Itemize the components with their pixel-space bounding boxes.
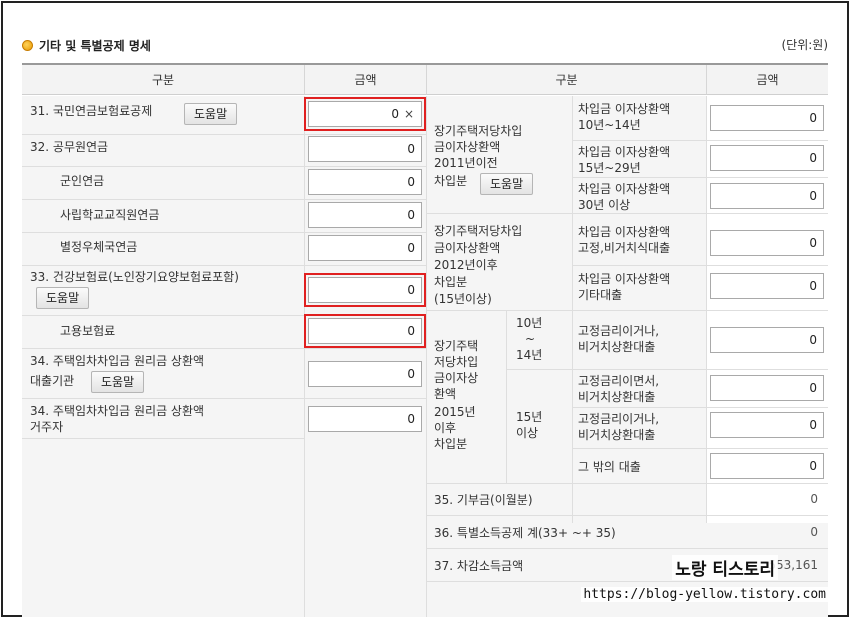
right-row-8-line2: 비거치상환대출 [578, 428, 656, 442]
employment-insurance-input[interactable] [304, 314, 426, 348]
unit-label: (단위:원) [781, 38, 828, 52]
right-row-3-line1: 차입금 이자상환액 [578, 182, 671, 196]
interest-10-14-input[interactable] [710, 105, 824, 131]
housing-loan-lender-input[interactable] [308, 361, 422, 387]
group-2012-line4: 차입분 [434, 275, 468, 289]
interest-2012-other-input[interactable] [710, 273, 824, 299]
help-button-long-term-2011[interactable]: 도움말 [480, 173, 534, 195]
right-row-6-line2: 비거치상환대출 [578, 340, 656, 354]
group-2015-line4: 환액 [434, 387, 457, 401]
right-row-5-line1: 차입금 이자상환액 [578, 272, 671, 286]
interest-30plus-input[interactable] [710, 183, 824, 209]
section-title-text: 기타 및 특별공제 명세 [39, 38, 151, 53]
blog-url: https://blog-yellow.tistory.com [581, 587, 828, 602]
row-label-34-resident-line1: 34. 주택임차차입금 원리금 상환액 [30, 404, 205, 418]
right-row-3-line2: 30년 이상 [578, 198, 631, 212]
summary-label-35: 35. 기부금(이월분) [434, 493, 533, 507]
public-pension-input[interactable] [308, 136, 422, 162]
group-2011-line2: 금이자상환액 [434, 140, 501, 154]
right-row-4-line2: 고정,비거치식대출 [578, 241, 671, 255]
row-label-postal-pension: 별정우체국연금 [60, 240, 138, 254]
group-2012-line3: 2012년이후 [434, 258, 498, 272]
row-label-34-lender-line1: 34. 주택임차차입금 원리금 상환액 [30, 354, 205, 368]
right-amount-header: 금액 [706, 65, 828, 95]
summary-label-37: 37. 차감소득금액 [434, 559, 524, 573]
left-category-header: 구분 [22, 65, 304, 95]
group-2011-line4: 차입분 [434, 174, 468, 188]
period-15plus-line1: 15년 [516, 410, 543, 424]
right-row-4-line1: 차입금 이자상환액 [578, 225, 671, 239]
left-amount-header: 금액 [304, 65, 426, 95]
group-2015-line5: 2015년 [434, 405, 476, 419]
group-2011-line3: 2011년이전 [434, 156, 498, 170]
right-row-9-label: 그 밖의 대출 [578, 460, 641, 474]
interest-2012-fixed-input[interactable] [710, 230, 824, 256]
deduction-table: 구분 금액 구분 금액 31. 국민연금보험료공제 도움말 × 32. 공무원연… [22, 63, 828, 617]
period-10-14-line3: 14년 [516, 348, 543, 362]
help-button-31[interactable]: 도움말 [184, 103, 238, 125]
interest-2015-fixed-or-input[interactable] [710, 412, 824, 438]
interest-2015-fixed-and-input[interactable] [710, 375, 824, 401]
row-label-34-lender-line2: 대출기관 [30, 374, 75, 388]
group-2011-line1: 장기주택저당차입 [434, 124, 523, 138]
group-2012-line1: 장기주택저당차입 [434, 224, 523, 238]
clear-icon[interactable]: × [404, 107, 414, 121]
row-label-military-pension: 군인연금 [60, 174, 105, 188]
housing-loan-resident-input[interactable] [308, 406, 422, 432]
group-2015-line6: 이후 [434, 421, 457, 435]
help-button-34[interactable]: 도움말 [91, 371, 145, 393]
row-label-employment-insurance: 고용보험료 [60, 324, 116, 338]
right-row-7-line1: 고정금리이면서, [578, 374, 660, 388]
summary-value-36: 0 [810, 525, 818, 539]
period-10-14-line1: 10년 [516, 316, 543, 330]
row-label-31: 31. 국민연금보험료공제 [30, 104, 153, 118]
row-label-32: 32. 공무원연금 [30, 140, 109, 154]
right-row-2-line2: 15년~29년 [578, 161, 641, 175]
right-row-1-line1: 차입금 이자상환액 [578, 102, 671, 116]
group-2015-line2: 저당차입 [434, 355, 479, 369]
group-2015-line7: 차입분 [434, 437, 468, 451]
group-2012-line2: 금이자상환액 [434, 241, 501, 255]
row-label-34-resident-line2: 거주자 [30, 420, 64, 434]
summary-label-36: 36. 특별소득공제 계(33+ ~+ 35) [434, 526, 616, 540]
health-insurance-input[interactable] [304, 273, 426, 307]
group-2015-line1: 장기주택 [434, 339, 479, 353]
military-pension-input[interactable] [308, 169, 422, 195]
section-title: 기타 및 특별공제 명세 [22, 35, 151, 55]
summary-value-35: 0 [810, 492, 818, 506]
help-button-33[interactable]: 도움말 [36, 287, 90, 309]
interest-2015-other-input[interactable] [710, 453, 824, 479]
period-10-14-line2: ~ [525, 332, 536, 346]
postal-pension-input[interactable] [308, 235, 422, 261]
right-category-header: 구분 [426, 65, 706, 95]
group-2012-line5: (15년이상) [434, 292, 492, 306]
private-school-pension-input[interactable] [308, 202, 422, 228]
right-row-1-line2: 10년~14년 [578, 118, 641, 132]
row-label-private-school-pension: 사립학교교직원연금 [60, 208, 160, 222]
row-label-33: 33. 건강보험료(노인장기요양보험료포함) [30, 270, 239, 284]
right-row-2-line1: 차입금 이자상환액 [578, 145, 671, 159]
right-row-7-line2: 비거치상환대출 [578, 390, 656, 404]
period-15plus-line2: 이상 [516, 426, 539, 440]
right-row-8-line1: 고정금리이거나, [578, 412, 660, 426]
bullet-icon [22, 39, 33, 51]
interest-15-29-input[interactable] [710, 145, 824, 171]
interest-2015-10-14-input[interactable] [710, 327, 824, 353]
blog-watermark: 노랑 티스토리 [672, 555, 778, 580]
group-2015-line3: 금이자상 [434, 371, 479, 385]
right-row-5-line2: 기타대출 [578, 288, 623, 302]
right-row-6-line1: 고정금리이거나, [578, 324, 660, 338]
